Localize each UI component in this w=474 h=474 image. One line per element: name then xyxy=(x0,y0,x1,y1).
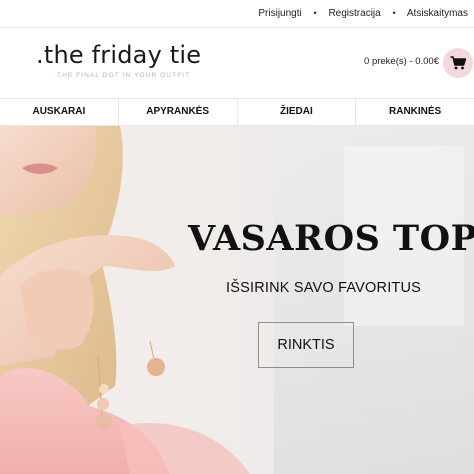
site-header: .the friday tie THE FINAL DOT IN YOUR OU… xyxy=(0,28,474,98)
separator-dot: • xyxy=(392,8,396,18)
nav-item-rings[interactable]: ŽIEDAI xyxy=(238,99,357,125)
logo-tagline: THE FINAL DOT IN YOUR OUTFIT xyxy=(57,72,191,79)
nav-item-bags[interactable]: RANKINĖS xyxy=(356,99,474,125)
separator-dot: • xyxy=(313,8,317,18)
hero-subtitle: IŠSIRINK SAVO FAVORITUS xyxy=(226,280,422,296)
cart-summary[interactable]: 0 prekė(s) - 0.00€ xyxy=(364,56,439,67)
cart-button[interactable] xyxy=(443,48,473,78)
nav-item-bracelets[interactable]: APYRANKĖS xyxy=(119,99,238,125)
account-links: Prisijungti • Registracija • Atsiskaitym… xyxy=(258,8,468,19)
hero-banner: VASAROS TOP IŠSIRINK SAVO FAVORITUS RINK… xyxy=(0,126,474,474)
main-navigation: AUSKARAI APYRANKĖS ŽIEDAI RANKINĖS xyxy=(0,98,474,126)
site-logo[interactable]: .the friday tie xyxy=(36,41,201,69)
top-utility-bar: Prisijungti • Registracija • Atsiskaitym… xyxy=(0,0,474,28)
nav-item-earrings[interactable]: AUSKARAI xyxy=(0,99,119,125)
login-link[interactable]: Prisijungti xyxy=(258,8,301,19)
hero-title: VASAROS TOP xyxy=(188,218,474,259)
hero-cta-button[interactable]: RINKTIS xyxy=(258,322,354,368)
cart-icon xyxy=(450,56,466,70)
hero-model-image xyxy=(0,126,250,474)
checkout-link[interactable]: Atsiskaitymas xyxy=(407,8,468,19)
register-link[interactable]: Registracija xyxy=(328,8,380,19)
